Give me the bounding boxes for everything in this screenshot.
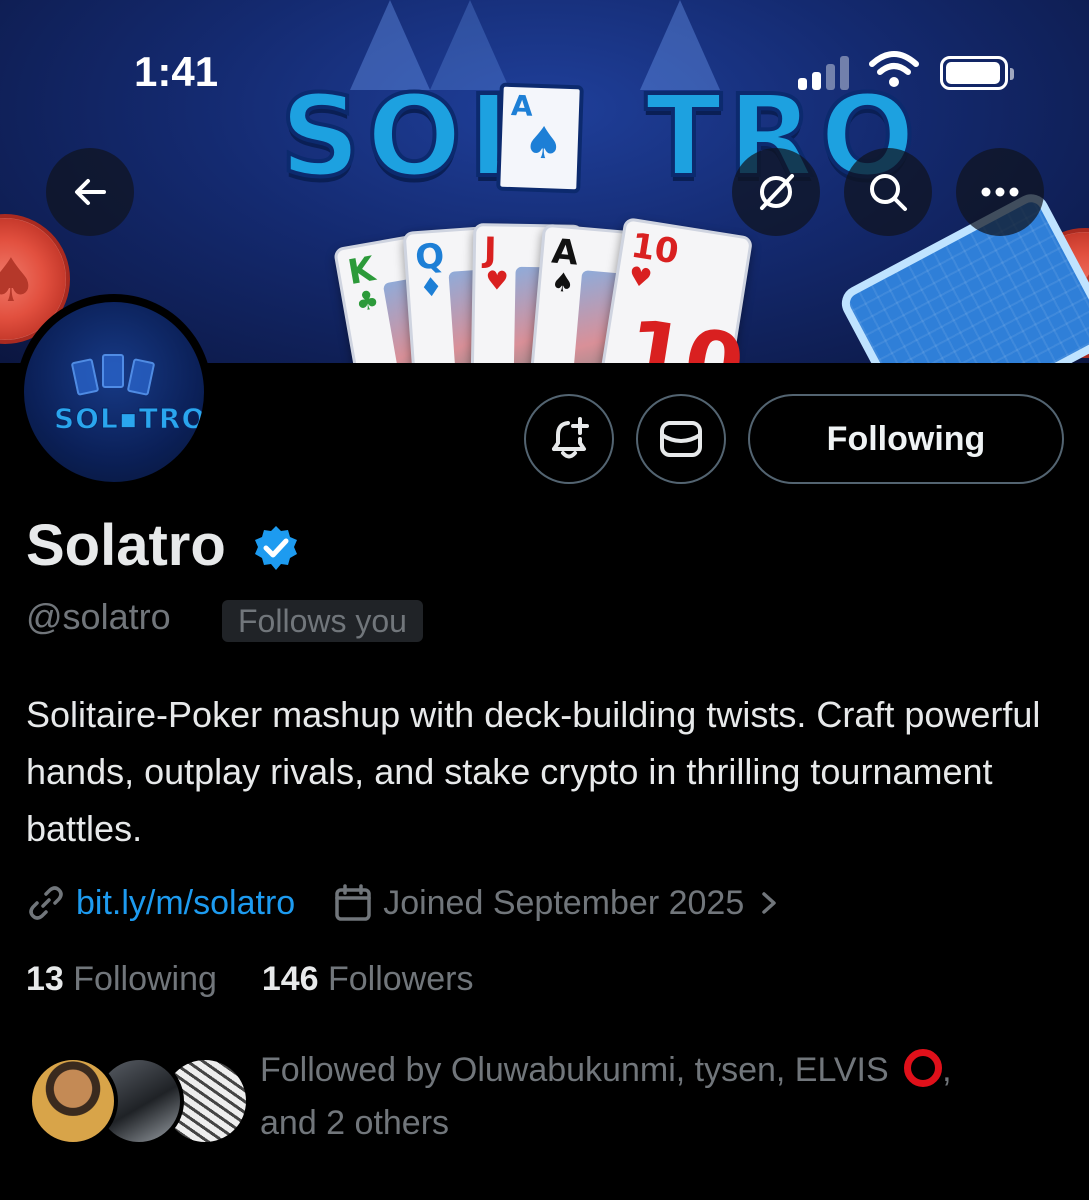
red-circle-emoji	[904, 1049, 943, 1087]
following-button[interactable]: Following	[748, 394, 1064, 484]
profile-name: Solatro	[26, 513, 226, 578]
search-button[interactable]	[844, 148, 932, 236]
heart-icon: ♥	[626, 261, 655, 295]
more-icon	[981, 187, 1019, 197]
card-rank: J	[483, 230, 497, 271]
followers-count: 146	[261, 960, 319, 998]
profile-bio: Solitaire-Poker mashup with deck-buildin…	[26, 694, 1041, 849]
more-button[interactable]	[956, 148, 1044, 236]
followed-by-avatars[interactable]	[28, 1056, 250, 1146]
battery-icon	[940, 56, 1014, 90]
avatar-logo-text: SOL▪TRO	[53, 402, 204, 436]
mail-icon	[660, 421, 702, 457]
following-label: Following	[73, 960, 217, 998]
card-big-rank: 10	[619, 300, 751, 363]
back-arrow-icon	[75, 179, 106, 205]
followed-by-comma: ,	[942, 1051, 952, 1089]
avatar-image: SOL▪TRO	[24, 302, 204, 482]
avatar	[28, 1056, 118, 1146]
grok-button[interactable]	[732, 148, 820, 236]
followed-by-text[interactable]: Followed by Oluwabukunmi, tysen, ELVIS ,…	[260, 1044, 1060, 1150]
profile-link[interactable]: bit.ly/m/solatro	[76, 884, 295, 923]
following-count-link[interactable]: 13 Following	[26, 960, 217, 998]
followed-by-more: and 2 others	[260, 1104, 450, 1142]
status-time: 1:41	[134, 48, 219, 95]
grok-icon	[760, 174, 794, 210]
diamond-icon: ♦	[418, 272, 444, 304]
followers-count-link[interactable]: 146 Followers	[262, 960, 474, 998]
banner-title: SOL TRO	[278, 70, 921, 204]
notifications-button[interactable]	[524, 394, 614, 484]
message-button[interactable]	[636, 394, 726, 484]
link-icon	[29, 886, 63, 920]
spade-icon: ♠	[522, 117, 565, 170]
profile-handle: @solatro	[26, 596, 171, 637]
followers-label: Followers	[328, 960, 474, 998]
joined-date[interactable]: Joined September 2025	[383, 884, 744, 923]
banner-title-card: A ♠	[496, 82, 584, 194]
heart-icon: ♥	[485, 266, 509, 297]
avatar-cards	[70, 354, 156, 398]
follows-you-badge: Follows you	[222, 600, 423, 642]
chevron-right-icon[interactable]	[756, 888, 782, 918]
spade-icon: ♠	[549, 267, 576, 300]
follow-counts: 13 Following 146 Followers	[26, 960, 473, 999]
cellular-signal-icon	[798, 56, 854, 90]
club-icon: ♣	[353, 284, 382, 319]
wifi-icon	[869, 51, 919, 87]
following-count: 13	[26, 960, 64, 998]
back-button[interactable]	[46, 148, 134, 236]
verified-icon[interactable]	[252, 524, 300, 572]
profile-meta: bit.ly/m/solatro Joined September 2025	[26, 880, 782, 926]
bell-plus-icon	[552, 417, 589, 459]
calendar-icon	[335, 884, 371, 921]
search-icon	[870, 174, 907, 211]
followed-by-names: Followed by Oluwabukunmi, tysen, ELVIS	[260, 1051, 889, 1089]
profile-avatar[interactable]: SOL▪TRO	[16, 294, 212, 490]
